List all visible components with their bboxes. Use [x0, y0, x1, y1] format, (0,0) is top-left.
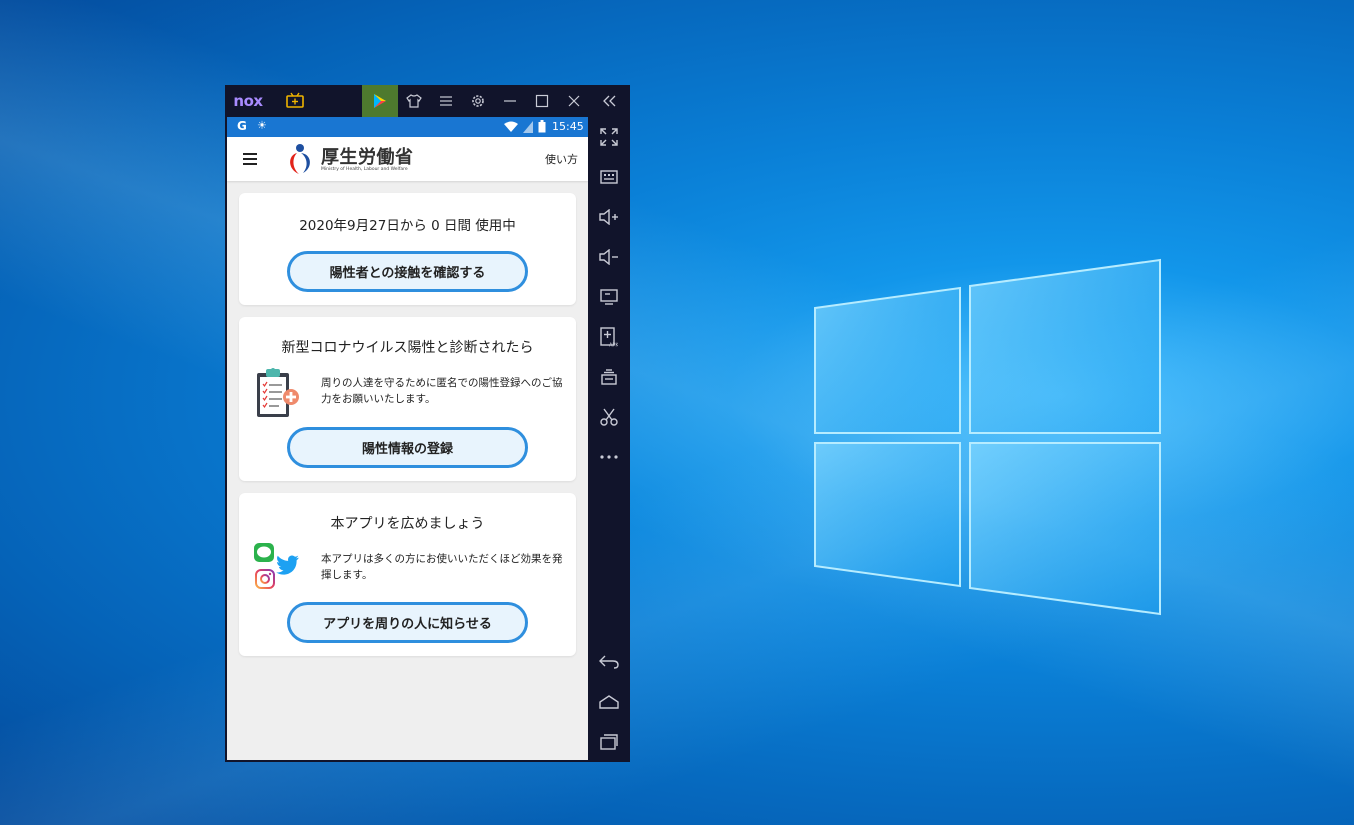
fullscreen-icon[interactable]	[596, 124, 622, 150]
back-icon[interactable]	[596, 649, 622, 675]
menu-icon[interactable]	[433, 85, 459, 117]
recent-apps-icon[interactable]	[596, 729, 622, 755]
positive-card-title: 新型コロナウイルス陽性と診断されたら	[281, 340, 534, 356]
scissors-icon[interactable]	[596, 404, 622, 430]
screen-display-icon[interactable]	[596, 284, 622, 310]
keyboard-icon[interactable]	[596, 164, 622, 190]
more-options-icon[interactable]	[596, 444, 622, 470]
check-contact-button[interactable]: 陽性者との接触を確認する	[287, 251, 528, 292]
app-header: 厚生労働省 Ministry of Health, Labour and Wel…	[227, 137, 588, 181]
svg-text:APK: APK	[609, 343, 618, 348]
instagram-icon	[255, 569, 275, 589]
windows-logo	[814, 258, 1161, 616]
positive-card-description: 周りの人達を守るために匿名での陽性登録へのご協力をお願いいたします。	[321, 377, 563, 405]
usage-card: 2020年9月27日から 0 日間 使用中 陽性者との接触を確認する	[239, 193, 576, 305]
ministry-english-name: Ministry of Health, Labour and Welfare	[321, 167, 408, 172]
android-status-bar: G ☀ 15:45	[227, 117, 588, 137]
wifi-icon	[504, 121, 518, 132]
nox-emulator-window: nox G ☀ 15:45 厚生労働省 Ministry of Health, …	[225, 85, 630, 762]
register-positive-button[interactable]: 陽性情報の登録	[287, 427, 528, 468]
emulator-titlebar[interactable]: nox	[225, 85, 630, 117]
apk-install-icon[interactable]: APK	[596, 324, 622, 350]
collapse-sidebar-icon[interactable]	[595, 85, 623, 117]
play-store-icon[interactable]	[362, 85, 398, 117]
status-time: 15:45	[552, 120, 584, 133]
game-controller-icon[interactable]	[281, 85, 309, 117]
positive-registration-card: 新型コロナウイルス陽性と診断されたら 周りの人達を守るために匿名での陽性登録への…	[239, 317, 576, 481]
share-app-card: 本アプリを広めましょう 本アプリは多くの方にお使いいただくほど効果を発揮します。…	[239, 493, 576, 656]
help-link[interactable]: 使い方	[545, 151, 578, 167]
ministry-name: 厚生労働省	[321, 147, 414, 168]
theme-shirt-icon[interactable]	[401, 85, 427, 117]
android-screen: G ☀ 15:45 厚生労働省 Ministry of Health, Labo…	[227, 117, 588, 760]
volume-up-icon[interactable]	[596, 204, 622, 230]
gear-icon[interactable]	[465, 85, 491, 117]
battery-icon	[538, 120, 546, 133]
home-icon[interactable]	[596, 689, 622, 715]
share-app-button[interactable]: アプリを周りの人に知らせる	[287, 602, 528, 643]
maximize-icon[interactable]	[529, 85, 555, 117]
emulator-sidebar: APK	[588, 117, 630, 762]
share-card-description: 本アプリは多くの方にお使いいただくほど効果を発揮します。	[321, 553, 563, 581]
google-icon: G	[237, 119, 247, 133]
minimize-icon[interactable]	[497, 85, 523, 117]
multi-instance-icon[interactable]	[596, 364, 622, 390]
close-icon[interactable]	[561, 85, 587, 117]
no-signal-icon	[523, 121, 533, 133]
mhlw-logo-icon	[290, 144, 310, 174]
nox-logo: nox	[233, 92, 263, 110]
share-card-title: 本アプリを広めましょう	[330, 516, 485, 532]
usage-period-text: 2020年9月27日から 0 日間 使用中	[299, 218, 516, 234]
hamburger-menu-icon[interactable]	[242, 152, 258, 166]
brightness-icon: ☀	[257, 119, 267, 132]
volume-down-icon[interactable]	[596, 244, 622, 270]
line-icon	[254, 543, 274, 562]
twitter-icon	[276, 555, 299, 575]
clipboard-medical-icon	[257, 368, 299, 417]
